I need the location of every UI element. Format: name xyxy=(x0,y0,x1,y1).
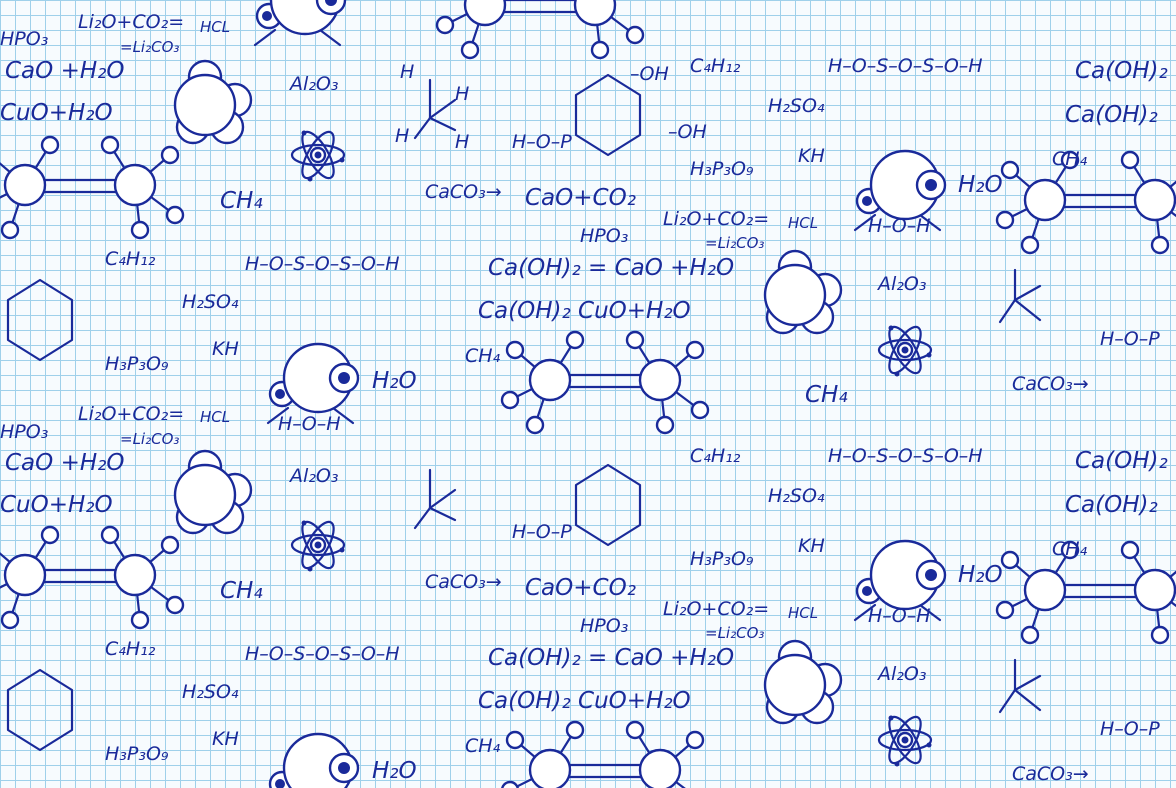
formula-caoh2-cuo: Ca(OH)₂ CuO+H₂O xyxy=(478,298,691,324)
formula-li2o: Li₂O+CO₂= xyxy=(78,11,184,33)
formula-ch4-7: CH₄ xyxy=(465,735,501,757)
formula-kh: KH xyxy=(798,145,825,167)
formula-c4h12-4: C₄H₁₂ xyxy=(105,638,156,660)
formula-h2o-3: H₂O xyxy=(958,562,1003,588)
formula-ch4-6: CH₄ xyxy=(1052,538,1088,560)
formula-ho-p-3: H–O–P xyxy=(512,521,572,543)
formula-al2o3-3: Al₂O₃ xyxy=(288,465,338,487)
formula-c4h12-2: C₄H₁₂ xyxy=(105,248,156,270)
formula-hcl-2: HCL xyxy=(788,214,818,232)
formula-al2o3: Al₂O₃ xyxy=(288,73,338,95)
formula-oh-2: –OH xyxy=(630,63,669,85)
formula-cao-h2o-edge-2: CaO +H₂O xyxy=(5,450,124,476)
atom-h-4: H xyxy=(455,131,469,153)
formula-h3p3o9: H₃P₃O₉ xyxy=(690,158,754,180)
formula-cao-h2o-edge: CaO +H₂O xyxy=(5,58,124,84)
formula-ch4: CH₄ xyxy=(220,188,263,214)
formula-hpo3-2: HPO₃ xyxy=(580,615,628,637)
formula-li2co3-3: =Li₂CO₃ xyxy=(120,430,179,448)
formula-cao-co2-2: CaO+CO₂ xyxy=(525,575,636,601)
formula-hpo3: HPO₃ xyxy=(580,225,628,247)
formula-ch4-5: CH₄ xyxy=(220,578,263,604)
formula-h3p3o9-2: H₃P₃O₉ xyxy=(105,353,169,375)
formula-h3p3o9-4: H₃P₃O₉ xyxy=(105,743,169,765)
formula-li2co3-4: =Li₂CO₃ xyxy=(705,624,764,642)
formula-al2o3-2: Al₂O₃ xyxy=(876,273,926,295)
formula-sulfate-4: H–O–S–O–S–O–H xyxy=(245,643,400,665)
formula-caoh2-edge-2: Ca(OH)₂ xyxy=(1065,102,1158,128)
formula-sulfate: H–O–S–O–S–O–H xyxy=(828,55,983,77)
formula-kh-3: KH xyxy=(798,535,825,557)
formula-ho-p: H–O–P xyxy=(512,131,572,153)
formula-h-o-h-3: H–O–H xyxy=(868,605,931,627)
formula-cao-co2: CaO+CO₂ xyxy=(525,185,636,211)
formula-li2o-4: Li₂O+CO₂= xyxy=(663,598,769,620)
formula-h2so4-4: H₂SO₄ xyxy=(182,681,239,703)
formula-h-o-h-1: H–O–H xyxy=(868,215,931,237)
formula-kh-2: KH xyxy=(212,338,239,360)
formula-li2co3-2: =Li₂CO₃ xyxy=(705,234,764,252)
formula-caco3-2: CaCO₃→ xyxy=(1012,373,1089,395)
formula-caco3-4: CaCO₃→ xyxy=(1012,763,1089,785)
formula-h2so4: H₂SO₄ xyxy=(768,95,825,117)
formula-ch4-3: CH₄ xyxy=(465,345,501,367)
formula-caoh2-cuo-2: Ca(OH)₂ CuO+H₂O xyxy=(478,688,691,714)
atom-h-3: H xyxy=(395,125,409,147)
formula-hcl-4: HCL xyxy=(788,604,818,622)
formula-caoh2-edge: Ca(OH)₂ xyxy=(1075,58,1168,84)
formula-sulfate-3: H–O–S–O–S–O–H xyxy=(828,445,983,467)
tile-top xyxy=(0,0,1176,435)
formula-h3p3o9-3: H₃P₃O₉ xyxy=(690,548,754,570)
formula-hcl: HCL xyxy=(200,18,230,36)
formula-h2o-4: H₂O xyxy=(372,758,417,784)
pattern-drawing: Li₂O+CO₂= =Li₂CO₃ HCL HPO₃ CaO +H₂O CuO+… xyxy=(0,0,1176,788)
formula-caoh2-eq-2: Ca(OH)₂ = CaO +H₂O xyxy=(488,645,734,671)
formula-ch4-4: CH₄ xyxy=(805,382,848,408)
formula-ch4-2: CH₄ xyxy=(1052,148,1088,170)
formula-caco3-3: CaCO₃→ xyxy=(425,571,502,593)
formula-c4h12-3: C₄H₁₂ xyxy=(690,445,741,467)
formula-caoh2-edge-4: Ca(OH)₂ xyxy=(1065,492,1158,518)
formula-h2o-2: H₂O xyxy=(372,368,417,394)
formula-cuo-h2o-edge-2: CuO+H₂O xyxy=(0,492,113,518)
formula-hpo3-edge: HPO₃ xyxy=(0,28,48,50)
atom-h-2: H xyxy=(455,83,469,105)
formula-ho-p-2: H–O–P xyxy=(1100,328,1160,350)
formula-li2o-2: Li₂O+CO₂= xyxy=(663,208,769,230)
formula-ho-p-4: H–O–P xyxy=(1100,718,1160,740)
formula-h2so4-3: H₂SO₄ xyxy=(768,485,825,507)
formula-hcl-3: HCL xyxy=(200,408,230,426)
formula-c4h12: C₄H₁₂ xyxy=(690,55,741,77)
chemistry-notebook-pattern: Li₂O+CO₂= =Li₂CO₃ HCL HPO₃ CaO +H₂O CuO+… xyxy=(0,0,1176,788)
formula-li2o-3: Li₂O+CO₂= xyxy=(78,403,184,425)
formula-h2so4-2: H₂SO₄ xyxy=(182,291,239,313)
atom-h-1: H xyxy=(400,61,414,83)
formula-kh-4: KH xyxy=(212,728,239,750)
formula-sulfate-2: H–O–S–O–S–O–H xyxy=(245,253,400,275)
formula-cuo-h2o-edge: CuO+H₂O xyxy=(0,100,113,126)
formula-caoh2-edge-3: Ca(OH)₂ xyxy=(1075,448,1168,474)
formula-caoh2-eq: Ca(OH)₂ = CaO +H₂O xyxy=(488,255,734,281)
formula-li2co3: =Li₂CO₃ xyxy=(120,38,179,56)
formula-oh-1: –OH xyxy=(668,121,707,143)
formula-al2o3-4: Al₂O₃ xyxy=(876,663,926,685)
formula-caco3: CaCO₃→ xyxy=(425,181,502,203)
formula-h2o-1: H₂O xyxy=(958,172,1003,198)
formula-hpo3-edge-2: HPO₃ xyxy=(0,421,48,443)
formula-h-o-h-2: H–O–H xyxy=(278,413,341,435)
